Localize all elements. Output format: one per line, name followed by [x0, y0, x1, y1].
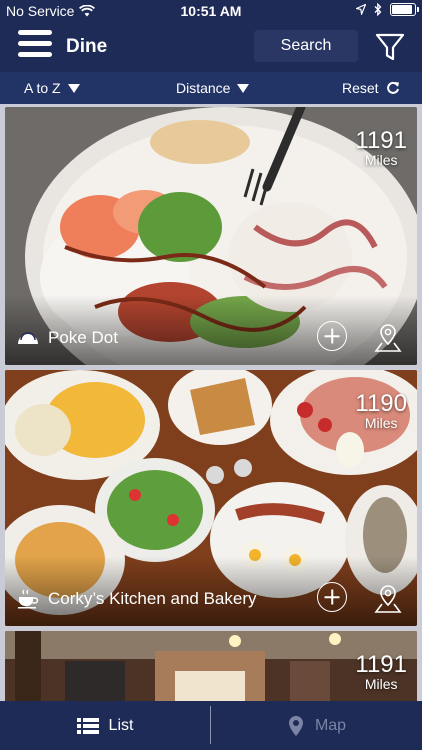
- menu-icon[interactable]: [18, 30, 52, 62]
- tab-list-label: List: [108, 716, 134, 734]
- distance-value: 1190: [355, 390, 407, 417]
- distance-badge: 1191 Miles: [355, 651, 407, 692]
- reset-button[interactable]: Reset: [342, 80, 400, 96]
- nav-bar: Dine Search: [0, 22, 422, 72]
- distance-unit: Miles: [364, 676, 398, 692]
- map-marker-icon: [288, 715, 303, 736]
- restaurant-card[interactable]: 1191 Miles: [5, 631, 417, 701]
- restaurant-name-row: Poke Dot: [17, 328, 118, 348]
- list-icon: [76, 717, 99, 734]
- tab-list[interactable]: List: [0, 701, 210, 750]
- coffee-cup-icon: [18, 589, 39, 609]
- distance-value: 1191: [355, 651, 407, 678]
- sort-alpha-button[interactable]: A to Z: [24, 80, 80, 96]
- tab-map[interactable]: Map: [211, 701, 422, 750]
- tab-map-label: Map: [314, 716, 347, 734]
- tab-bar: List Map: [0, 701, 422, 750]
- filter-icon[interactable]: [374, 31, 406, 63]
- page-title: Dine: [66, 36, 108, 57]
- distance-unit: Miles: [364, 152, 398, 168]
- reset-label: Reset: [342, 80, 379, 96]
- restaurant-card[interactable]: 1190 Miles Corky’s Kitchen and Bakery: [5, 370, 417, 626]
- restaurant-name: Corky’s Kitchen and Bakery: [48, 589, 257, 608]
- restaurant-list[interactable]: 1191 Miles Poke Dot 1190 Miles Corky’s K…: [0, 104, 422, 701]
- refresh-icon: [386, 81, 399, 94]
- map-pin-icon[interactable]: [373, 582, 403, 614]
- battery-icon: [390, 3, 419, 16]
- status-bar: No Service 10:51 AM: [0, 0, 422, 22]
- sort-distance-button[interactable]: Distance: [176, 80, 250, 96]
- sort-distance-label: Distance: [176, 80, 231, 96]
- distance-badge: 1190 Miles: [355, 390, 407, 431]
- distance-unit: Miles: [364, 415, 398, 431]
- status-right: [356, 3, 419, 16]
- add-favorite-button[interactable]: [317, 582, 347, 612]
- restaurant-name: Poke Dot: [48, 328, 118, 347]
- add-favorite-button[interactable]: [317, 321, 347, 351]
- distance-value: 1191: [355, 127, 407, 154]
- restaurant-card[interactable]: 1191 Miles Poke Dot: [5, 107, 417, 365]
- triangle-down-icon: [237, 83, 250, 93]
- bluetooth-icon: [374, 3, 382, 16]
- map-pin-icon[interactable]: [373, 321, 403, 353]
- triangle-down-icon: [67, 83, 80, 93]
- sort-bar: A to Z Distance Reset: [0, 72, 422, 104]
- sort-alpha-label: A to Z: [24, 80, 61, 96]
- location-arrow-icon: [356, 4, 366, 15]
- taco-icon: [18, 332, 38, 344]
- distance-badge: 1191 Miles: [355, 127, 407, 168]
- search-button[interactable]: Search: [254, 30, 358, 62]
- restaurant-name-row: Corky’s Kitchen and Bakery: [17, 589, 257, 609]
